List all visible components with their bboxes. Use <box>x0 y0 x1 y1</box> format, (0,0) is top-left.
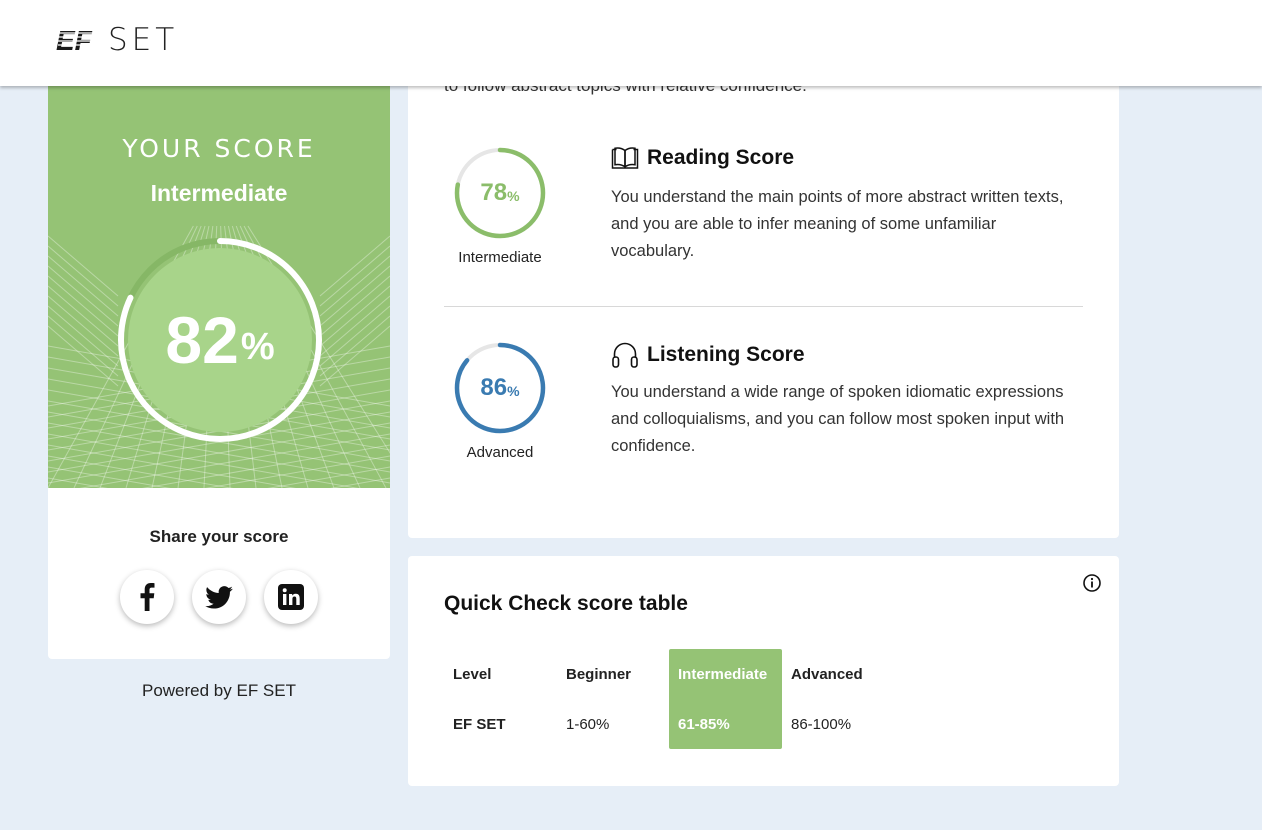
pattern-line <box>319 265 390 327</box>
pattern-line <box>48 245 119 307</box>
table-cell-beginner-range: 1-60% <box>566 716 610 733</box>
score-table-card: Quick Check score table Level Beginner I… <box>408 556 1119 786</box>
listening-score-number: 86 <box>480 374 508 401</box>
logo-mark-text: EF <box>56 26 93 54</box>
pattern-line <box>48 275 119 337</box>
pattern-line <box>48 305 119 367</box>
divider <box>444 306 1083 307</box>
table-header-intermediate: Intermediate <box>678 666 768 683</box>
listening-score-title: Listening Score <box>611 341 805 369</box>
table-cell-advanced-range: 86-100% <box>791 716 852 733</box>
reading-level: Intermediate <box>458 249 542 266</box>
book-icon <box>611 147 639 169</box>
table-cell-intermediate-range: 61-85% <box>678 716 730 733</box>
pattern-line <box>319 255 390 317</box>
pattern-line <box>48 455 234 488</box>
linkedin-icon <box>278 584 304 610</box>
table-row-label: EF SET <box>453 716 506 733</box>
pattern-line <box>204 455 390 488</box>
pattern-line <box>319 285 390 347</box>
share-facebook-button[interactable] <box>120 570 174 624</box>
score-banner: YOUR SCORE Intermediate 82% <box>48 86 390 488</box>
twitter-icon <box>205 585 233 609</box>
info-icon[interactable] <box>1082 573 1102 593</box>
reading-score-description: You understand the main points of more a… <box>611 188 1064 260</box>
pattern-line <box>48 295 119 357</box>
overall-level: Intermediate <box>150 180 288 206</box>
ef-logo-mark-icon: EF <box>56 26 100 54</box>
table-header-advanced: Advanced <box>791 666 863 683</box>
pattern-line <box>319 315 390 377</box>
pattern-line <box>48 255 119 317</box>
listening-score-value: 86% <box>453 341 547 435</box>
reading-score-title: Reading Score <box>611 146 794 170</box>
listening-score-percent: % <box>507 383 520 399</box>
pattern-line <box>48 444 296 488</box>
logo-text: SET <box>108 22 179 58</box>
table-header-beginner: Beginner <box>566 666 632 683</box>
listening-level: Advanced <box>466 444 534 461</box>
pattern-line <box>48 235 119 297</box>
ef-set-logo[interactable]: EF SET <box>56 24 178 56</box>
pattern-line <box>319 245 390 307</box>
reading-score-percent: % <box>507 188 520 204</box>
pattern-line <box>319 275 390 337</box>
pattern-line <box>48 315 119 377</box>
reading-score-number: 78 <box>480 179 508 206</box>
powered-by-text: Powered by EF SET <box>141 681 296 700</box>
reading-score-value: 78% <box>453 146 547 240</box>
share-title: Share your score <box>149 527 289 546</box>
share-twitter-button[interactable] <box>192 570 246 624</box>
skills-card: to follow abstract topics with relative … <box>408 86 1119 538</box>
highlighted-level-column <box>669 649 782 749</box>
score-table-title: Quick Check score table <box>444 592 688 615</box>
reading-score-title-text: Reading Score <box>647 146 795 169</box>
pattern-line <box>48 285 119 347</box>
pattern-line <box>319 295 390 357</box>
overall-score-number: 82 <box>165 303 239 377</box>
your-score-heading: YOUR SCORE <box>122 134 316 163</box>
table-header-level: Level <box>453 666 492 683</box>
facebook-icon <box>140 583 155 611</box>
listening-score-title-text: Listening Score <box>647 343 805 366</box>
truncated-description: to follow abstract topics with relative … <box>444 86 807 96</box>
pattern-line <box>319 235 390 297</box>
overall-score-value: 82% <box>116 236 324 444</box>
pattern-line <box>319 305 390 367</box>
headphones-icon <box>612 342 638 368</box>
top-bar: EF SET <box>0 0 1262 86</box>
pattern-line <box>48 265 119 327</box>
overall-score-percent: % <box>240 325 275 368</box>
listening-score-description: You understand a wide range of spoken id… <box>611 383 1065 455</box>
overall-score-card: YOUR SCORE Intermediate 82% Share your s… <box>48 86 390 659</box>
pattern-line <box>142 444 390 488</box>
share-linkedin-button[interactable] <box>264 570 318 624</box>
